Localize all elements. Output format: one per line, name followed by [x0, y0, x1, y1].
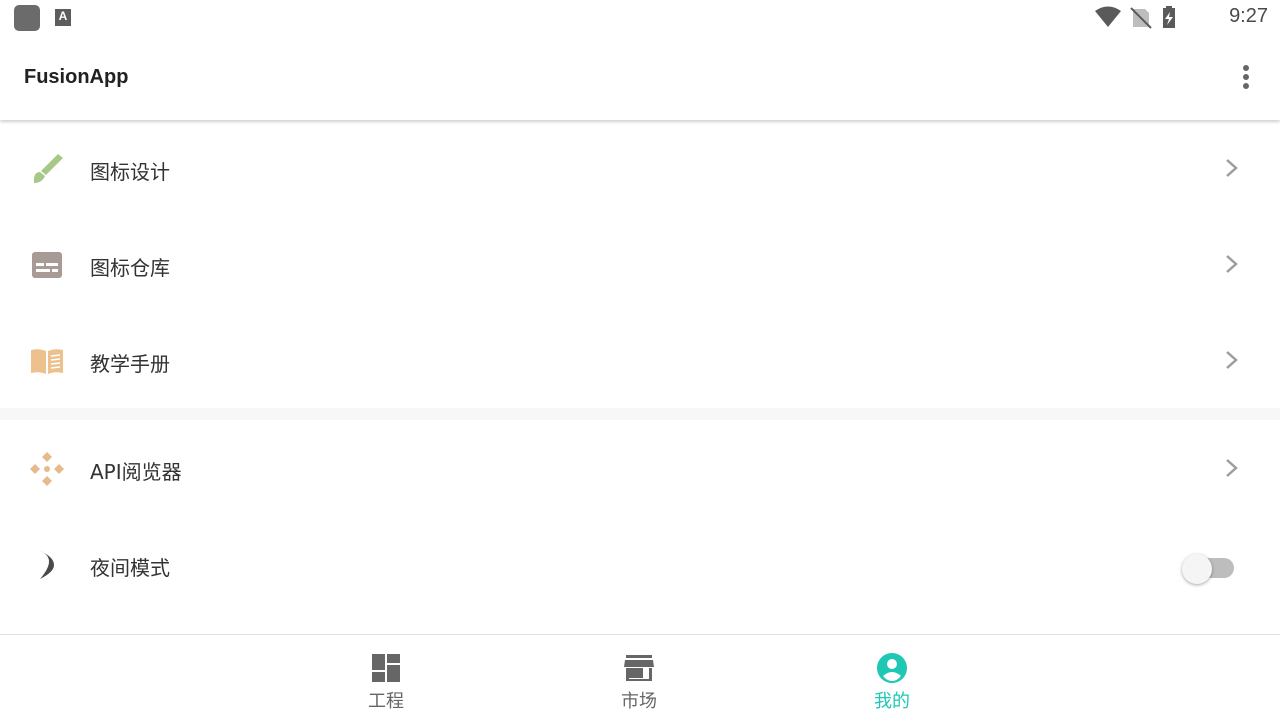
bottom-navigation: 工程 市场 我的	[0, 634, 1280, 721]
menu-item-night-mode[interactable]: 夜间模式	[0, 516, 1280, 612]
dashboard-icon	[372, 654, 400, 682]
menu-item-tutorial[interactable]: 教学手册	[0, 312, 1280, 408]
nav-tab-market[interactable]: 市场	[579, 635, 699, 721]
menu-item-label: 图标设计	[90, 160, 170, 184]
menu-item-icon-design[interactable]: 图标设计	[0, 120, 1280, 216]
section-divider	[0, 408, 1280, 420]
menu-item-label: API阅览器	[90, 460, 182, 484]
nav-tab-projects[interactable]: 工程	[326, 635, 446, 721]
menu-item-label: 图标仓库	[90, 256, 170, 280]
nav-label: 工程	[368, 691, 404, 712]
book-icon	[31, 349, 63, 374]
brush-icon	[33, 154, 63, 183]
nav-label: 市场	[621, 691, 657, 712]
night-mode-toggle[interactable]	[1182, 548, 1234, 584]
nav-tab-mine[interactable]: 我的	[832, 635, 952, 721]
battery-charging-icon	[1163, 6, 1175, 28]
a-notification-icon: A	[55, 9, 71, 26]
nav-label: 我的	[874, 691, 910, 712]
api-icon	[30, 452, 64, 486]
app-title: FusionApp	[24, 66, 129, 88]
toggle-knob	[1182, 554, 1212, 584]
moon-icon	[40, 551, 54, 579]
no-sim-icon	[1130, 7, 1152, 29]
chevron-right-icon	[1226, 159, 1238, 177]
chevron-right-icon	[1226, 459, 1238, 477]
menu-list: 图标设计 图标仓库 教学手册 API阅览器 夜间模式	[0, 120, 1280, 634]
status-icons	[1095, 6, 1175, 29]
menu-item-label: 夜间模式	[90, 556, 170, 580]
menu-item-label: 教学手册	[90, 352, 170, 376]
app-bar: FusionApp	[0, 36, 1280, 120]
chevron-right-icon	[1226, 255, 1238, 273]
menu-item-api-browser[interactable]: API阅览器	[0, 420, 1280, 516]
menu-item-icon-storage[interactable]: 图标仓库	[0, 216, 1280, 312]
chevron-right-icon	[1226, 351, 1238, 369]
status-bar: A 9:27	[0, 0, 1280, 36]
status-time: 9:27	[1229, 5, 1268, 27]
store-icon	[624, 655, 654, 681]
wifi-icon	[1095, 6, 1121, 27]
account-circle-icon	[877, 653, 907, 683]
app-notification-icon	[14, 5, 40, 31]
more-vert-icon[interactable]	[1236, 64, 1256, 92]
storage-icon	[32, 252, 62, 278]
